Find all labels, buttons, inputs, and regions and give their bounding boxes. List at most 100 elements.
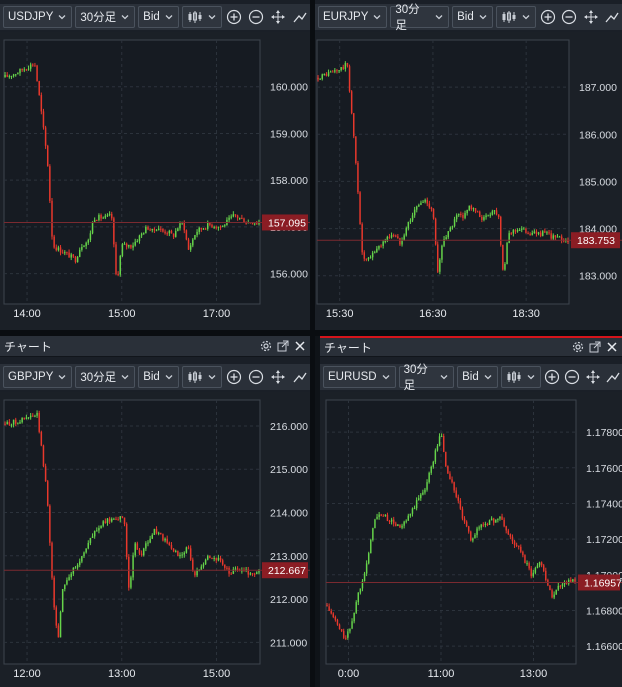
- candle-body: [160, 228, 162, 230]
- candle-body: [38, 81, 40, 96]
- candle-body: [74, 256, 77, 263]
- y-tick-label: 215.000: [270, 464, 308, 476]
- chart-area[interactable]: 216.000 215.000 214.000 213.000 212.000 211.0…: [0, 392, 310, 687]
- close-icon[interactable]: [293, 339, 307, 353]
- candle-body: [330, 610, 332, 614]
- chart-area[interactable]: 160.000159.000158.000157.000156.00014:00…: [0, 32, 310, 330]
- candle-body: [434, 450, 437, 462]
- candle-body: [132, 555, 134, 578]
- zoom-out-icon[interactable]: [563, 366, 581, 388]
- candle-body: [61, 252, 64, 254]
- zoom-out-icon[interactable]: [246, 6, 266, 28]
- draw-line-icon[interactable]: [290, 6, 310, 28]
- zoom-in-icon[interactable]: [224, 366, 244, 388]
- symbol-select[interactable]: USDJPY: [3, 6, 73, 28]
- candle-body: [532, 572, 535, 577]
- settings-gear-icon[interactable]: [259, 339, 273, 353]
- move-icon[interactable]: [581, 6, 601, 28]
- price-chart[interactable]: 1.178001.176001.174001.172001.170001.168…: [320, 392, 622, 687]
- candle-body: [42, 111, 45, 128]
- timeframe-select[interactable]: 30分足: [75, 6, 136, 28]
- timeframe-select[interactable]: 30分足: [398, 364, 455, 392]
- candle-body: [430, 207, 433, 209]
- y-tick-label: 158.000: [270, 175, 308, 187]
- chevron-down-icon: [57, 372, 67, 382]
- candle-body: [528, 563, 530, 569]
- price-type-select[interactable]: Bid: [138, 366, 179, 388]
- candle-body: [145, 226, 147, 234]
- close-icon[interactable]: [605, 340, 619, 354]
- chart-type-select[interactable]: [181, 366, 222, 388]
- candle-body: [4, 74, 6, 78]
- candle-body: [390, 235, 393, 238]
- price-type-select[interactable]: Bid: [452, 6, 493, 28]
- candle-body: [251, 573, 254, 575]
- symbol-select[interactable]: EURJPY: [318, 6, 388, 28]
- chart-type-select[interactable]: [500, 366, 541, 388]
- y-tick-label: 159.000: [270, 128, 308, 140]
- candle-body: [353, 113, 355, 137]
- candle-body: [83, 552, 85, 557]
- timeframe-select[interactable]: 30分足: [75, 366, 136, 388]
- candle-body: [110, 213, 113, 219]
- symbol-select[interactable]: GBPJPY: [3, 366, 73, 388]
- panel-divider[interactable]: [310, 0, 315, 687]
- price-chart[interactable]: 187.000186.000185.000184.000183.00015:30…: [315, 32, 622, 330]
- chart-type-select[interactable]: [495, 6, 536, 28]
- candle-body: [411, 215, 414, 221]
- candle-body: [204, 559, 207, 565]
- candle-body: [25, 417, 28, 419]
- candle-body: [370, 539, 372, 554]
- price-type-select[interactable]: Bid: [138, 6, 179, 28]
- popout-icon[interactable]: [588, 340, 602, 354]
- candle-body: [516, 230, 519, 232]
- draw-line-icon[interactable]: [290, 366, 310, 388]
- chevron-down-icon: [439, 372, 449, 382]
- price-chart[interactable]: 216.000 215.000 214.000 213.000 212.000 211.0…: [0, 392, 310, 687]
- chart-area[interactable]: 187.000 186.000 185.000 184.000 183.000 15:30…: [315, 32, 622, 330]
- symbol-select[interactable]: EURUSD: [323, 366, 396, 388]
- timeframe-select[interactable]: 30分足: [390, 4, 450, 32]
- candle-body: [479, 211, 481, 217]
- chart-type-select[interactable]: [181, 6, 222, 28]
- candle-body: [51, 542, 53, 578]
- move-icon[interactable]: [268, 366, 288, 388]
- panel-title-bar[interactable]: チャート: [0, 336, 310, 357]
- candle-body: [317, 77, 319, 80]
- candle-body: [489, 214, 491, 216]
- popout-icon[interactable]: [276, 339, 290, 353]
- candle-body: [23, 69, 26, 71]
- draw-line-icon[interactable]: [602, 6, 622, 28]
- move-icon[interactable]: [583, 366, 601, 388]
- candle-body: [384, 241, 386, 243]
- candle-body: [463, 518, 466, 522]
- chevron-down-icon: [372, 12, 382, 22]
- candle-body: [499, 516, 501, 519]
- candle-body: [258, 571, 260, 573]
- candle-body: [426, 199, 428, 204]
- candle-body: [328, 606, 330, 611]
- candle-body: [465, 521, 468, 527]
- zoom-out-icon[interactable]: [559, 6, 579, 28]
- plot-area: [316, 39, 570, 305]
- candle-body: [556, 236, 559, 238]
- price-chart[interactable]: 160.000159.000158.000157.000156.00014:00…: [0, 32, 310, 330]
- zoom-in-icon[interactable]: [543, 366, 561, 388]
- candle-body: [4, 423, 6, 425]
- candle-body: [249, 573, 252, 575]
- draw-line-icon[interactable]: [604, 366, 622, 388]
- price-type-select[interactable]: Bid: [457, 366, 498, 388]
- candle-body: [357, 592, 360, 603]
- zoom-in-icon[interactable]: [538, 6, 558, 28]
- candle-body: [183, 552, 186, 555]
- move-icon[interactable]: [268, 6, 288, 28]
- panel-title-bar[interactable]: チャート: [320, 336, 622, 357]
- candle-body: [428, 472, 430, 483]
- candle-body: [108, 213, 111, 216]
- zoom-out-icon[interactable]: [246, 366, 266, 388]
- zoom-in-icon[interactable]: [224, 6, 244, 28]
- chart-area[interactable]: 1.178001.176001.174001.172001.170001.168…: [320, 392, 622, 687]
- settings-gear-icon[interactable]: [571, 340, 585, 354]
- candle-body: [213, 557, 215, 559]
- candle-body: [415, 500, 418, 509]
